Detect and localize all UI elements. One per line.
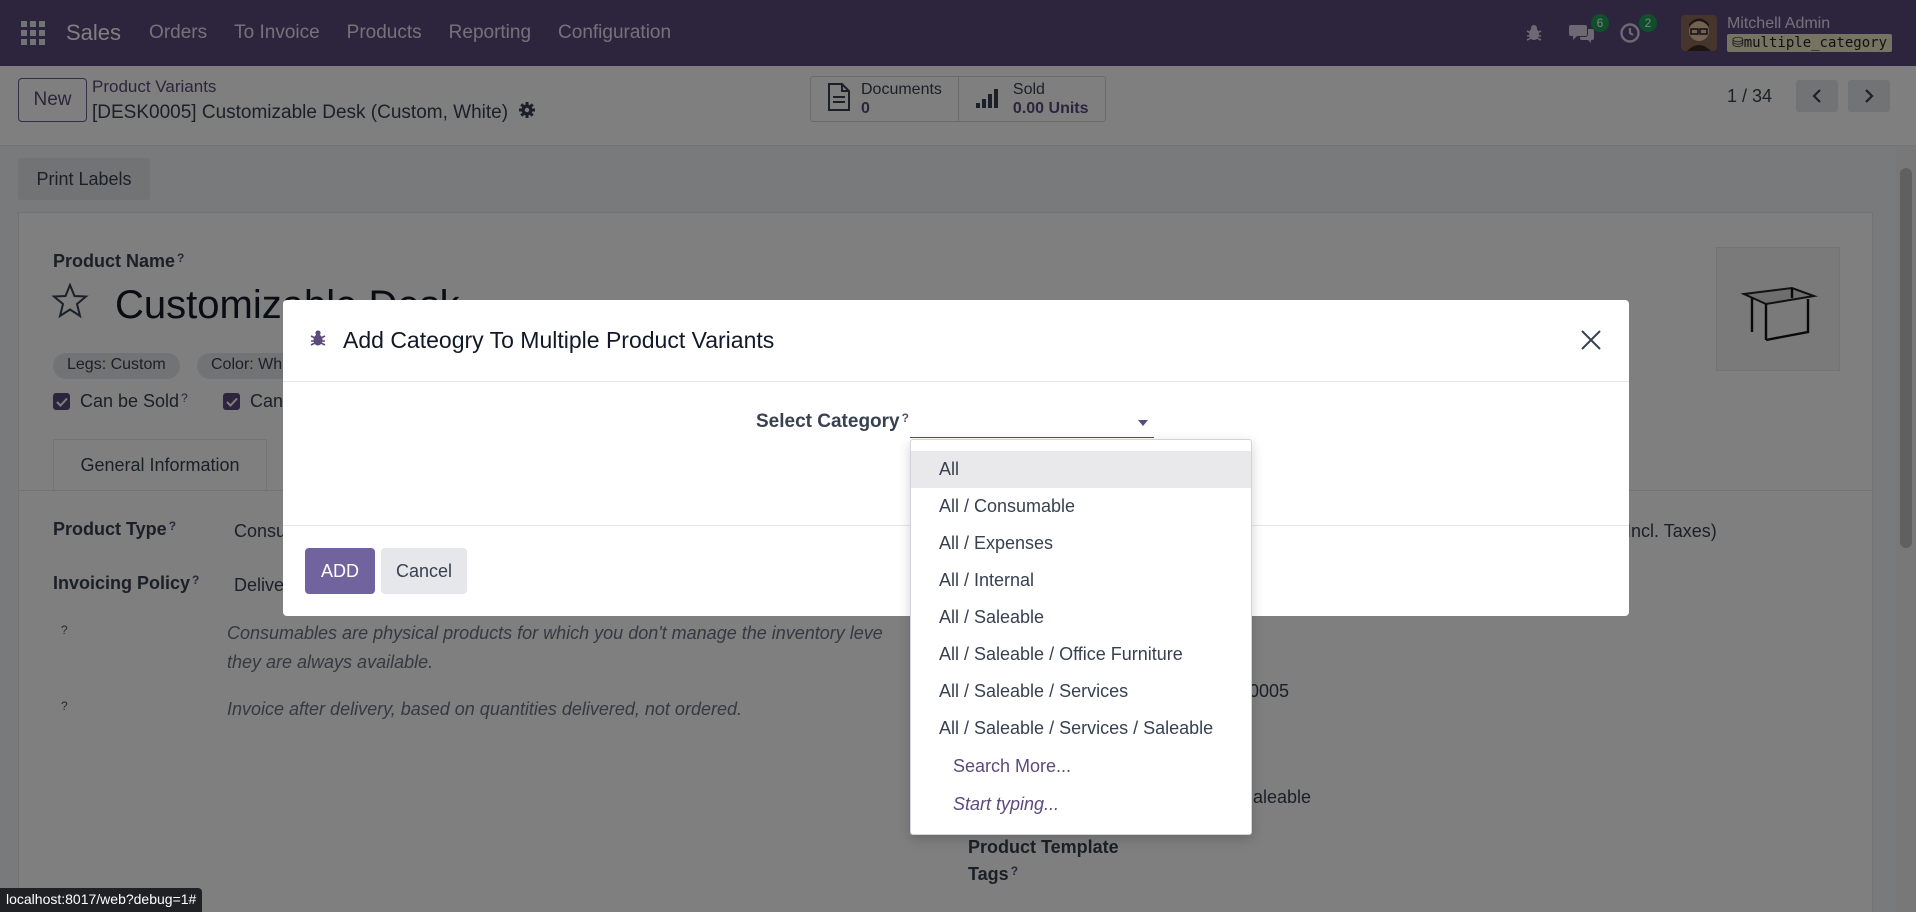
dropdown-option-all[interactable]: All bbox=[911, 451, 1251, 488]
cancel-button[interactable]: Cancel bbox=[381, 548, 467, 594]
dropdown-option-consumable[interactable]: All / Consumable bbox=[911, 488, 1251, 525]
search-more-link[interactable]: Search More... bbox=[911, 747, 1251, 785]
status-bar-url: localhost:8017/web?debug=1# bbox=[0, 888, 203, 912]
help-tooltip[interactable]: ? bbox=[902, 411, 909, 425]
dropdown-option-office-furniture[interactable]: All / Saleable / Office Furniture bbox=[911, 636, 1251, 673]
dialog-header: Add Cateogry To Multiple Product Variant… bbox=[283, 300, 1629, 382]
bug-icon bbox=[309, 328, 327, 353]
category-dropdown: All All / Consumable All / Expenses All … bbox=[910, 439, 1252, 835]
dropdown-option-services[interactable]: All / Saleable / Services bbox=[911, 673, 1251, 710]
close-icon[interactable] bbox=[1579, 328, 1603, 357]
select-category-label: Select Category? bbox=[756, 411, 909, 433]
dialog-title: Add Cateogry To Multiple Product Variant… bbox=[343, 327, 775, 353]
start-typing-hint: Start typing... bbox=[953, 793, 1060, 814]
dropdown-option-saleable[interactable]: All / Saleable bbox=[911, 599, 1251, 636]
dropdown-option-services-saleable[interactable]: All / Saleable / Services / Saleable bbox=[911, 710, 1251, 747]
dialog-footer: ADD Cancel bbox=[305, 548, 467, 594]
dropdown-option-expenses[interactable]: All / Expenses bbox=[911, 525, 1251, 562]
select-category-input[interactable] bbox=[910, 406, 1154, 438]
caret-down-icon[interactable] bbox=[1138, 420, 1148, 426]
dropdown-option-internal[interactable]: All / Internal bbox=[911, 562, 1251, 599]
select-category-label-text: Select Category bbox=[756, 411, 900, 432]
add-button[interactable]: ADD bbox=[305, 548, 375, 594]
